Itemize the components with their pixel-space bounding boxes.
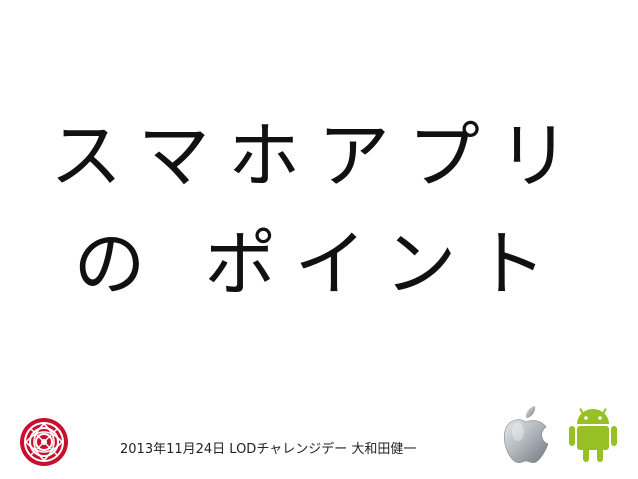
red-knot-emblem-icon bbox=[20, 418, 68, 466]
android-robot-icon bbox=[569, 407, 617, 462]
slide-title-line-1: スマホアプリ bbox=[50, 114, 588, 198]
slide: スマホアプリ の ポイント 2013年11月24日 LODチャレンジデー 大和田… bbox=[0, 0, 638, 479]
footer-date-author: 2013年11月24日 LODチャレンジデー 大和田健一 bbox=[120, 442, 417, 457]
slide-title-line-2: の ポイント bbox=[73, 222, 565, 306]
apple-logo-icon bbox=[504, 406, 549, 463]
